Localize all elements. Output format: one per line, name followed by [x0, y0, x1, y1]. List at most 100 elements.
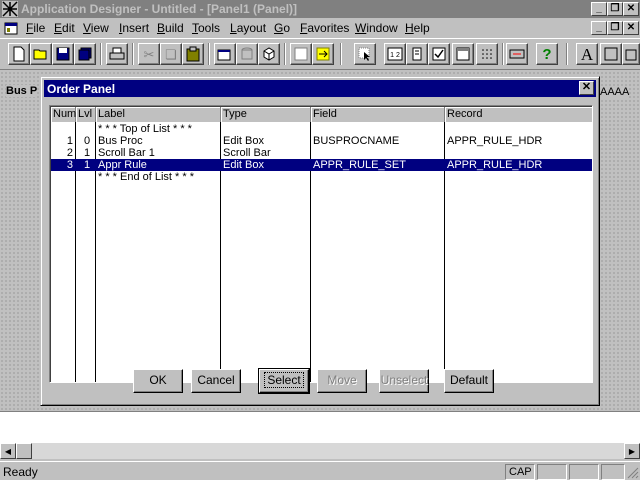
output-pane[interactable] — [0, 411, 640, 443]
list-row-appr-rule[interactable]: 3 1 Appr Rule Edit Box APPR_RULE_SET APP… — [51, 159, 592, 171]
paste-button[interactable] — [182, 43, 204, 65]
scroll-right-button[interactable]: ▶ — [624, 443, 640, 459]
row-num: 3 — [66, 159, 73, 171]
menu-help[interactable]: Help — [405, 21, 430, 35]
row-label: Scroll Bar 1 — [98, 147, 155, 159]
show-grid-button[interactable] — [476, 43, 498, 65]
cut-button[interactable]: ✂ — [138, 43, 160, 65]
column-header-record[interactable]: Record — [445, 107, 592, 122]
column-header-field[interactable]: Field — [311, 107, 445, 122]
save-all-button[interactable] — [74, 43, 96, 65]
row-label: * * * Top of List * * * — [98, 123, 192, 135]
move-button[interactable]: Move — [317, 369, 367, 393]
object-button[interactable] — [236, 43, 258, 65]
open-button[interactable] — [30, 43, 52, 65]
menu-build[interactable]: Build — [157, 21, 184, 35]
unselect-button[interactable]: Unselect — [379, 369, 429, 393]
toolbar-separator — [208, 43, 210, 65]
page-icon — [412, 47, 422, 61]
canvas-label-bus-proc[interactable]: Bus P — [6, 85, 38, 97]
menu-view[interactable]: View — [83, 21, 109, 35]
save-button[interactable] — [52, 43, 74, 65]
validate-button[interactable] — [428, 43, 450, 65]
menu-file[interactable]: File — [26, 21, 45, 35]
document-icon[interactable] — [3, 20, 19, 36]
toolbar-separator — [502, 43, 504, 65]
grid-layout-button[interactable] — [452, 43, 474, 65]
menu-tools[interactable]: Tools — [192, 21, 220, 35]
question-icon: ? — [542, 45, 552, 63]
frame-icon — [604, 47, 618, 61]
canvas-edit-box-placeholder[interactable]: AAAA — [600, 86, 630, 98]
row-record: APPR_RULE_HDR — [447, 135, 543, 147]
text-tool-button[interactable]: A — [576, 43, 598, 65]
order-list[interactable]: Num Lvl Label Type Field Record * * * To… — [49, 105, 593, 383]
new-file-icon — [13, 46, 25, 62]
column-header-type[interactable]: Type — [221, 107, 311, 122]
dialog-titlebar[interactable]: Order Panel ✕ — [44, 80, 596, 97]
row-record: APPR_RULE_HDR — [447, 159, 543, 171]
folder-open-icon — [33, 49, 47, 60]
app-icon[interactable] — [2, 1, 18, 17]
order-panel-dialog: Order Panel ✕ Num Lvl Label Type Field R… — [40, 76, 600, 406]
resize-grip-icon[interactable] — [626, 466, 639, 479]
column-header-label[interactable]: Label — [96, 107, 221, 122]
save-all-icon — [78, 47, 92, 61]
row-lvl: 0 — [84, 135, 91, 147]
close-icon: ✕ — [581, 81, 592, 93]
horizontal-scrollbar[interactable]: ◀ ▶ — [0, 443, 640, 459]
menu-insert[interactable]: Insert — [119, 21, 149, 35]
insert-field-icon — [294, 47, 308, 61]
properties-icon — [217, 49, 231, 61]
pointer-button[interactable] — [354, 43, 376, 65]
menu-edit[interactable]: Edit — [54, 21, 75, 35]
status-text: Ready — [3, 465, 38, 479]
close-button[interactable]: ✕ — [623, 2, 639, 16]
new-button[interactable] — [8, 43, 30, 65]
insert-field-button[interactable] — [290, 43, 312, 65]
properties-button[interactable] — [214, 43, 236, 65]
scissors-icon: ✂ — [143, 46, 155, 62]
doc-close-button[interactable]: ✕ — [623, 21, 639, 35]
menu-go[interactable]: Go — [274, 21, 290, 35]
column-header-num[interactable]: Num — [51, 107, 76, 122]
cylinder-icon — [241, 47, 253, 60]
status-panel-num — [537, 464, 567, 480]
menu-layout[interactable]: Layout — [230, 21, 266, 35]
row-num: 2 — [66, 147, 73, 159]
test-button[interactable] — [406, 43, 428, 65]
list-row-top-of-list[interactable]: * * * Top of List * * * — [51, 123, 592, 135]
minimize-button[interactable]: _ — [591, 2, 607, 16]
print-button[interactable] — [106, 43, 128, 65]
insert-arrow-button[interactable] — [312, 43, 334, 65]
row-num — [51, 171, 73, 183]
menu-favorites[interactable]: Favorites — [300, 21, 349, 35]
doc-restore-button[interactable]: ❐ — [607, 21, 623, 35]
copy-icon: ❏ — [165, 46, 177, 62]
list-row-scroll-bar[interactable]: 2 1 Scroll Bar 1 Scroll Bar — [51, 147, 592, 159]
tab-order-icon: 1 2 — [387, 47, 403, 61]
ok-button[interactable]: OK — [133, 369, 183, 393]
dialog-close-button[interactable]: ✕ — [579, 81, 594, 95]
column-header-lvl[interactable]: Lvl — [76, 107, 96, 122]
app-titlebar[interactable]: Application Designer - Untitled - [Panel… — [0, 0, 640, 18]
doc-minimize-button[interactable]: _ — [591, 21, 607, 35]
default-button[interactable]: Default — [444, 369, 494, 393]
menu-window[interactable]: Window — [355, 21, 398, 35]
push-button-tool[interactable] — [506, 43, 528, 65]
list-row-end-of-list[interactable]: * * * End of List * * * — [51, 171, 592, 183]
toolbar-separator — [566, 43, 568, 65]
cancel-button[interactable]: Cancel — [191, 369, 241, 393]
row-label: Bus Proc — [98, 135, 143, 147]
frame-tool-button[interactable] — [600, 43, 622, 65]
list-row-bus-proc[interactable]: 1 0 Bus Proc Edit Box BUSPROCNAME APPR_R… — [51, 135, 592, 147]
scroll-left-button[interactable]: ◀ — [0, 443, 16, 459]
copy-button[interactable]: ❏ — [160, 43, 182, 65]
select-button[interactable]: Select — [258, 368, 310, 394]
group-box-tool-button[interactable] — [622, 43, 640, 65]
scroll-thumb[interactable] — [16, 443, 32, 459]
help-button[interactable]: ? — [536, 43, 558, 65]
project-button[interactable] — [258, 43, 280, 65]
tab-order-button[interactable]: 1 2 — [384, 43, 406, 65]
restore-button[interactable]: ❐ — [607, 2, 623, 16]
